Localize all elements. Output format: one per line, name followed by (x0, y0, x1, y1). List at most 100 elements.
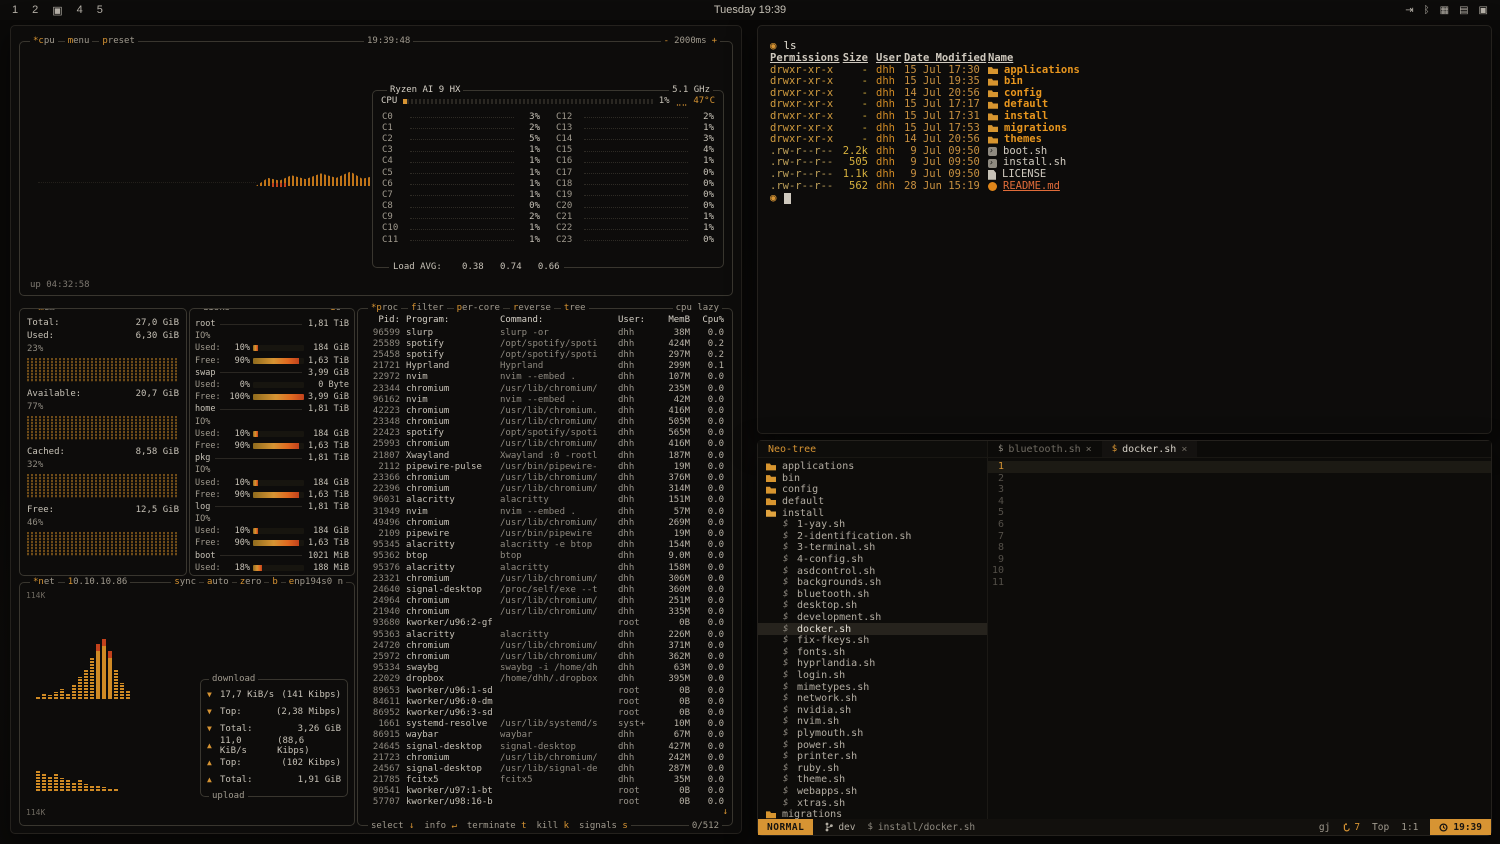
tree-item[interactable]: nvidia.sh (758, 704, 987, 716)
process-row[interactable]: 96031 alacritty alacritty dhh 151M 0.0 (358, 495, 732, 506)
process-row[interactable]: 25589 spotify /opt/spotify/spoti dhh 424… (358, 338, 732, 349)
tree-item[interactable]: xtras.sh (758, 797, 987, 809)
process-row[interactable]: 86915 waybar waybar dhh 67M 0.0 (358, 730, 732, 741)
process-row[interactable]: 95345 alacritty alacritty -e btop dhh 15… (358, 540, 732, 551)
tree-item[interactable]: webapps.sh (758, 786, 987, 798)
tree-item[interactable]: mimetypes.sh (758, 681, 987, 693)
process-row[interactable]: 21785 fcitx5 fcitx5 dhh 35M 0.0 (358, 775, 732, 786)
process-row[interactable]: 90541 kworker/u97:1-bt root 0B 0.0 (358, 786, 732, 797)
tree-item[interactable]: theme.sh (758, 774, 987, 786)
tree-item[interactable]: migrations (758, 809, 987, 819)
workspace-button[interactable]: 5 (97, 4, 103, 17)
network-option[interactable]: sync (171, 577, 199, 588)
tree-item[interactable]: desktop.sh (758, 600, 987, 612)
process-panel-tab[interactable]: tree (561, 303, 589, 314)
tray-icon[interactable]: ▤ (1459, 5, 1468, 16)
process-row[interactable]: 96599 slurp slurp -or dhh 38M 0.0 (358, 327, 732, 338)
process-row[interactable]: 23321 chromium /usr/lib/chromium/ dhh 30… (358, 573, 732, 584)
process-row[interactable]: 23348 chromium /usr/lib/chromium/ dhh 50… (358, 417, 732, 428)
workspace-button[interactable]: 2 (32, 4, 38, 17)
header-program[interactable]: Program: (406, 315, 494, 325)
tree-item[interactable]: asdcontrol.sh (758, 565, 987, 577)
process-action-button[interactable]: info ↵ (424, 821, 457, 831)
tree-item[interactable]: 4-config.sh (758, 554, 987, 566)
header-memory[interactable]: MemB (656, 315, 690, 325)
process-panel-tab[interactable]: *proc (368, 303, 401, 314)
tree-item[interactable]: printer.sh (758, 751, 987, 763)
tree-item[interactable]: login.sh (758, 670, 987, 682)
process-row[interactable]: 23344 chromium /usr/lib/chromium/ dhh 23… (358, 383, 732, 394)
process-row[interactable]: 95376 alacritty alacritty dhh 158M 0.0 (358, 562, 732, 573)
tree-item[interactable]: config (758, 484, 987, 496)
process-row[interactable]: 49496 chromium /usr/lib/chromium/ dhh 26… (358, 517, 732, 528)
terminal-window[interactable]: ◉ ls Permissions Size User Date Modified… (757, 25, 1492, 434)
process-row[interactable]: 95362 btop btop dhh 9.0M 0.0 (358, 551, 732, 562)
workspace-button[interactable]: 4 (77, 4, 83, 17)
process-row[interactable]: 24645 signal-desktop signal-desktop dhh … (358, 741, 732, 752)
workspace-button[interactable]: ▣ (52, 4, 62, 17)
process-row[interactable]: 89653 kworker/u96:1-sd root 0B 0.0 (358, 685, 732, 696)
network-panel-tab[interactable]: *net (30, 577, 58, 588)
process-row[interactable]: 22972 nvim nvim --embed . dhh 107M 0.0 (358, 372, 732, 383)
tree-item[interactable]: power.sh (758, 739, 987, 751)
tray-icon[interactable]: ᛒ (1424, 5, 1430, 16)
process-row[interactable]: 96162 nvim nvim --embed . dhh 42M 0.0 (358, 394, 732, 405)
header-cpu[interactable]: Cpu% (696, 315, 724, 325)
tree-item[interactable]: fonts.sh (758, 647, 987, 659)
process-action-button[interactable]: terminate t (467, 821, 527, 831)
tree-item[interactable]: hyprlandia.sh (758, 658, 987, 670)
process-row[interactable]: 1661 systemd-resolve /usr/lib/systemd/s … (358, 719, 732, 730)
tray-icon[interactable]: ▣ (1479, 5, 1488, 16)
process-row[interactable]: 57707 kworker/u98:16-b root 0B 0.0 (358, 797, 732, 808)
header-user[interactable]: User: (618, 315, 650, 325)
process-row[interactable]: 25972 chromium /usr/lib/chromium/ dhh 36… (358, 651, 732, 662)
process-row[interactable]: 22396 chromium /usr/lib/chromium/ dhh 31… (358, 484, 732, 495)
process-panel-tab[interactable]: filter (408, 303, 447, 314)
tray-icon[interactable]: ▦ (1440, 5, 1449, 16)
editor[interactable]: 1 yay -S --noconfirm --needed docker doc… (988, 458, 1491, 819)
btop-window[interactable]: *cpumenupreset 19:39:48 - 2000ms + Ryzen… (10, 25, 742, 834)
buffer-tab[interactable]: $ bluetooth.sh × (988, 441, 1102, 457)
network-panel-tab[interactable]: 10.10.10.86 (65, 577, 131, 588)
io-toggle[interactable]: io (327, 308, 344, 314)
process-row[interactable]: 86952 kworker/u96:3-sd root 0B 0.0 (358, 707, 732, 718)
close-tab-icon[interactable]: × (1086, 444, 1092, 455)
process-action-button[interactable]: kill k (537, 821, 570, 831)
process-row[interactable]: 21940 chromium /usr/lib/chromium/ dhh 33… (358, 607, 732, 618)
tree-item[interactable]: 1-yay.sh (758, 519, 987, 531)
interval-increase-button[interactable]: + (712, 36, 717, 46)
buffer-tab[interactable]: $ docker.sh × (1102, 441, 1198, 457)
tree-item[interactable]: ruby.sh (758, 762, 987, 774)
header-pid[interactable]: Pid: (366, 315, 400, 325)
process-row[interactable]: 31949 nvim nvim --embed . dhh 57M 0.0 (358, 506, 732, 517)
process-action-button[interactable]: select ↓ (371, 821, 414, 831)
tree-item[interactable]: nvim.sh (758, 716, 987, 728)
process-row[interactable]: 25458 spotify /opt/spotify/spoti dhh 297… (358, 349, 732, 360)
process-sort-mode[interactable]: cpu lazy (673, 303, 722, 314)
process-panel-tab[interactable]: per-core (454, 303, 503, 314)
disks-panel-tab[interactable]: disks (200, 308, 233, 314)
process-panel-tab[interactable]: reverse (510, 303, 554, 314)
tree-item[interactable]: 3-terminal.sh (758, 542, 987, 554)
cpu-panel-tab[interactable]: preset (99, 36, 138, 47)
neovim-window[interactable]: Neo-tree $ bluetooth.sh × $ docker.sh × (757, 440, 1492, 836)
tree-item[interactable]: 2-identification.sh (758, 531, 987, 543)
network-option[interactable]: auto (204, 577, 232, 588)
process-row[interactable]: 93680 kworker/u96:2-gf root 0B 0.0 (358, 618, 732, 629)
cpu-panel-tab[interactable]: *cpu (30, 36, 58, 47)
tree-item[interactable]: plymouth.sh (758, 728, 987, 740)
tree-item[interactable]: docker.sh (758, 623, 987, 635)
process-row[interactable]: 42223 chromium /usr/lib/chromium. dhh 41… (358, 405, 732, 416)
interval-decrease-button[interactable]: - (664, 36, 669, 46)
memory-panel-tab[interactable]: *mem (30, 308, 58, 314)
prompt-line-2[interactable]: ◉ (770, 192, 1479, 204)
process-row[interactable]: 25993 chromium /usr/lib/chromium/ dhh 41… (358, 439, 732, 450)
process-row[interactable]: 23366 chromium /usr/lib/chromium/ dhh 37… (358, 472, 732, 483)
process-row[interactable]: 24640 signal-desktop /proc/self/exe --t … (358, 584, 732, 595)
tree-item[interactable]: default (758, 496, 987, 508)
tree-item[interactable]: bin (758, 473, 987, 485)
process-row[interactable]: 21721 Hyprland Hyprland dhh 299M 0.1 (358, 361, 732, 372)
network-option[interactable]: enp194s0 n (286, 577, 346, 588)
process-row[interactable]: 24720 chromium /usr/lib/chromium/ dhh 37… (358, 640, 732, 651)
close-tab-icon[interactable]: × (1181, 444, 1187, 455)
